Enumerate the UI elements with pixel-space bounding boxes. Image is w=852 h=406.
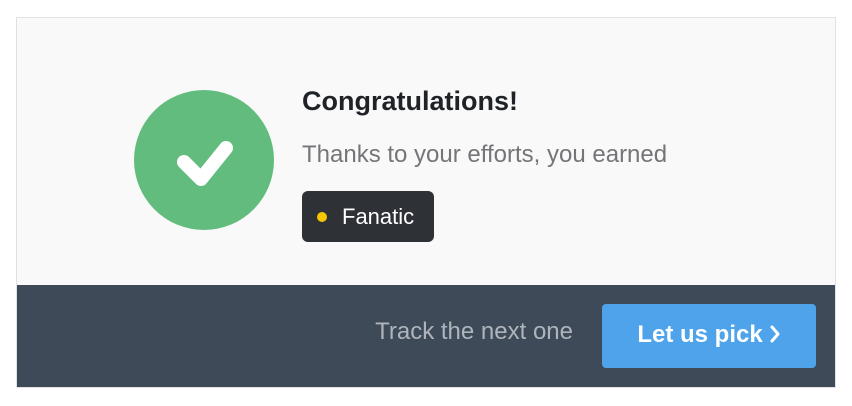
badge-label: Fanatic — [342, 204, 415, 229]
success-badge — [134, 90, 274, 230]
checkmark-icon — [177, 141, 233, 186]
let-us-pick-label: Let us pick — [637, 321, 763, 348]
let-us-pick-button[interactable]: Let us pick — [602, 304, 816, 368]
page-title: Congratulations! — [302, 86, 518, 116]
badge-dot-icon — [317, 212, 327, 222]
track-next-prompt: Track the next one — [375, 318, 573, 345]
footer-bar: Track the next one Let us pick — [17, 285, 835, 387]
achievement-message: Thanks to your efforts, you earned — [302, 141, 668, 168]
chevron-right-icon — [770, 325, 780, 343]
achievement-banner: Congratulations! Thanks to your efforts,… — [17, 18, 835, 285]
achievement-card: Congratulations! Thanks to your efforts,… — [16, 17, 836, 388]
earned-badge: Fanatic — [302, 191, 435, 242]
